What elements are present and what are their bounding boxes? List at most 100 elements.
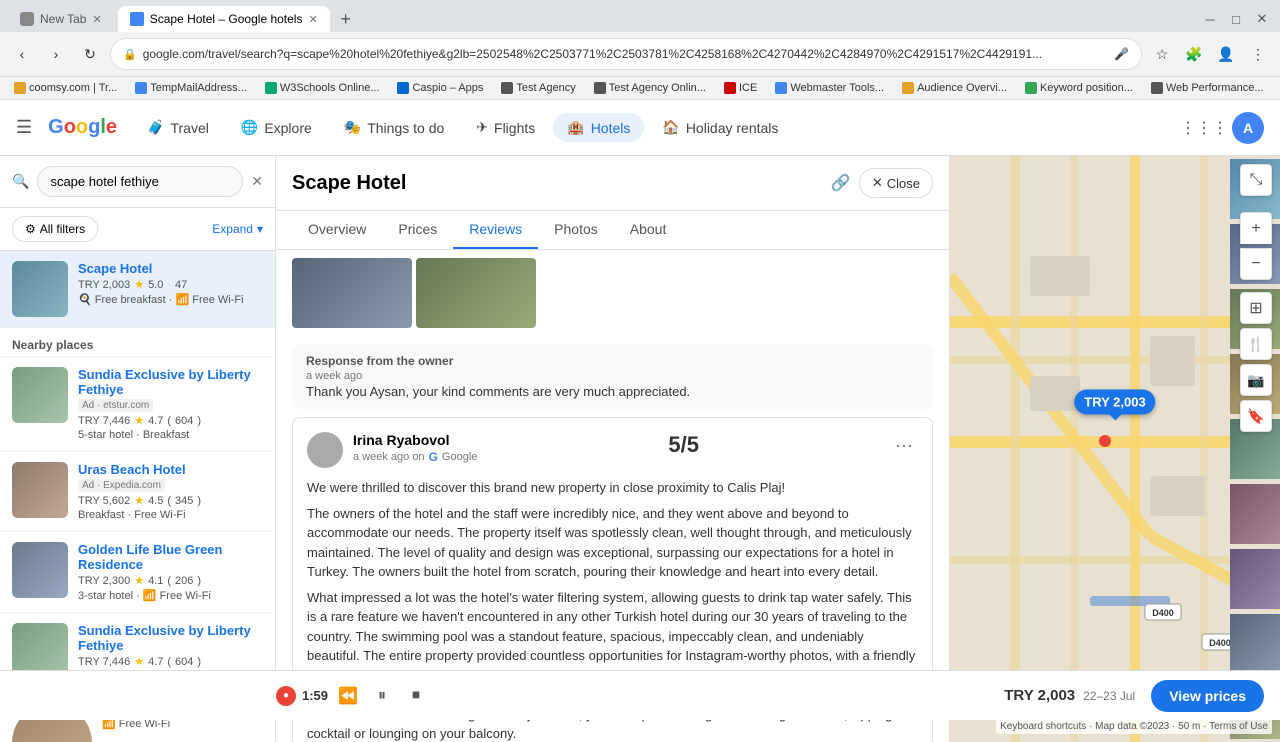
hotel-item-golden[interactable]: Golden Life Blue Green Residence TRY 2,3… <box>0 532 275 613</box>
tab-reviews[interactable]: Reviews <box>453 211 538 249</box>
tab2-close[interactable]: ✕ <box>308 13 317 26</box>
skip-back-button[interactable]: ⏪ <box>334 682 362 710</box>
nav-tab-explore-label: Explore <box>264 120 311 136</box>
new-tab-button[interactable]: + <box>334 7 358 31</box>
minimize-icon[interactable]: ─ <box>1200 9 1220 29</box>
review-photo-2[interactable] <box>416 258 536 328</box>
hotel-item-uras[interactable]: Uras Beach Hotel Ad · Expedia.com TRY 5,… <box>0 452 275 532</box>
extension-icon[interactable]: 🧩 <box>1180 40 1208 68</box>
nearby-icon[interactable]: 🍴 <box>1240 328 1272 360</box>
clear-search-icon[interactable]: ✕ <box>251 173 263 190</box>
bookmark-webmaster[interactable]: Webmaster Tools... <box>769 80 890 96</box>
tab2-title: Scape Hotel – Google hotels <box>150 12 303 26</box>
close-button[interactable]: ✕ Close <box>859 168 933 198</box>
save-icon[interactable]: 🔖 <box>1240 400 1272 432</box>
map-thumb-8[interactable] <box>1230 614 1280 674</box>
map-thumb-6[interactable] <box>1230 484 1280 544</box>
tab1-close[interactable]: ✕ <box>92 13 101 26</box>
tab-overview[interactable]: Overview <box>292 211 382 249</box>
bookmark-test-agency[interactable]: Test Agency <box>495 80 581 96</box>
tab-about[interactable]: About <box>614 211 683 249</box>
tab-photos[interactable]: Photos <box>538 211 614 249</box>
bookmark-coomsy[interactable]: coomsy.com | Tr... <box>8 80 123 96</box>
reload-button[interactable]: ↻ <box>76 40 104 68</box>
ad-badge-uras: Ad · Expedia.com <box>78 479 165 492</box>
apps-icon[interactable]: ⋮⋮⋮ <box>1188 112 1220 144</box>
amenity2-uras: Free Wi-Fi <box>134 509 185 521</box>
price-info: TRY 2,003 22–23 Jul <box>1004 687 1135 704</box>
main-container: 🔍 ✕ ⚙ All filters Expand ▾ Scape Hotel T… <box>0 156 1280 742</box>
back-button[interactable]: ‹ <box>8 40 36 68</box>
external-link-icon[interactable]: 🔗 <box>831 173 851 193</box>
bookmark-w3schools[interactable]: W3Schools Online... <box>259 80 386 96</box>
profile-icon[interactable]: 👤 <box>1212 40 1240 68</box>
tab-2[interactable]: Scape Hotel – Google hotels ✕ <box>118 6 330 32</box>
zoom-in-button[interactable]: + <box>1240 212 1272 244</box>
bookmark-web-perf[interactable]: Web Performance... <box>1145 80 1270 96</box>
tab-prices[interactable]: Prices <box>382 211 453 249</box>
mic-icon[interactable]: 🎤 <box>1114 47 1129 61</box>
pause-button[interactable]: ⏸ <box>368 682 396 710</box>
close-browser-icon[interactable]: ✕ <box>1252 9 1272 29</box>
view-prices-button[interactable]: View prices <box>1151 680 1264 712</box>
restore-icon[interactable]: □ <box>1226 9 1246 29</box>
all-filters-button[interactable]: ⚙ All filters <box>12 216 98 242</box>
bookmark-icon[interactable]: ☆ <box>1148 40 1176 68</box>
map-data-text: Map data ©2023 <box>1095 721 1169 732</box>
expand-button[interactable]: Expand ▾ <box>212 222 263 236</box>
google-logo[interactable]: Google <box>48 116 117 139</box>
nav-tab-rentals[interactable]: 🏠 Holiday rentals <box>648 113 792 142</box>
nav-tab-things[interactable]: 🎭 Things to do <box>330 113 459 142</box>
hotel-item-sundia1[interactable]: Sundia Exclusive by Liberty Fethiye Ad ·… <box>0 357 275 452</box>
review-photo-1[interactable] <box>292 258 412 328</box>
nav-tab-flights[interactable]: ✈ Flights <box>462 113 549 142</box>
hotel-amenity-scape: 🍳 Free breakfast · 📶 Free Wi-Fi <box>78 293 263 306</box>
bookmark-audience[interactable]: Audience Overvi... <box>896 80 1013 96</box>
wifi-icon: 📶 <box>175 294 189 306</box>
map-keyboard-shortcut[interactable]: Keyboard shortcuts · Map data ©2023 · 50… <box>996 719 1272 734</box>
nav-tab-travel[interactable]: 🧳 Travel <box>133 113 223 142</box>
hotel-item-scape[interactable]: Scape Hotel TRY 2,003 ★ 5.0 · 47 🍳 Free … <box>0 251 275 328</box>
fullscreen-button[interactable]: ⤡ <box>1240 164 1272 196</box>
hotel-name-sundia2: Sundia Exclusive by Liberty Fethiye <box>78 623 263 653</box>
stop-button[interactable]: ⏹ <box>402 682 430 710</box>
search-input[interactable] <box>37 166 243 197</box>
hamburger-menu[interactable]: ☰ <box>16 117 32 138</box>
terms-of-use[interactable]: Terms of Use <box>1209 721 1268 732</box>
bookmark-test-agency-online[interactable]: Test Agency Onlin... <box>588 80 712 96</box>
bookmark-caspio[interactable]: Caspio – Apps <box>391 80 489 96</box>
search-box: 🔍 ✕ <box>0 156 275 208</box>
zoom-out-button[interactable]: − <box>1240 248 1272 280</box>
map-type-button[interactable]: ⊞ <box>1240 292 1272 324</box>
tab-1[interactable]: New Tab ✕ <box>8 6 114 32</box>
hotel-amenity-uras: Breakfast · Free Wi-Fi <box>78 509 263 521</box>
hotel-rating-meta-uras: TRY 5,602 ★ 4.5 (345) <box>78 494 263 507</box>
address-bar[interactable]: 🔒 google.com/travel/search?q=scape%20hot… <box>110 38 1142 70</box>
review-more-button[interactable]: ⋯ <box>890 432 918 460</box>
map-price-badge[interactable]: TRY 2,003 <box>1074 390 1155 415</box>
bookmark-pagespeed[interactable]: PageSpeed Insights <box>1276 80 1280 96</box>
amenity1-uras: Breakfast <box>78 509 124 521</box>
forward-button[interactable]: › <box>42 40 70 68</box>
nav-tab-explore[interactable]: 🌐 Explore <box>227 113 326 142</box>
bookmark-keyword[interactable]: Keyword position... <box>1019 80 1139 96</box>
hotel-rating-scape: 5.0 <box>148 279 163 291</box>
nearby-places-label: Nearby places <box>0 328 275 357</box>
owner-response-label: Response from the owner <box>306 354 919 368</box>
bookmark-tempmail[interactable]: TempMailAddress... <box>129 80 253 96</box>
hotel-rating-meta-sundia2: TRY 7,446 ★ 4.7 (604) <box>78 655 263 668</box>
user-avatar[interactable]: A <box>1232 112 1264 144</box>
hotel-meta-sundia1: Ad · etstur.com <box>78 399 263 412</box>
more-options-icon[interactable]: ⋮ <box>1244 40 1272 68</box>
reviewer-time: a week ago on <box>353 451 425 463</box>
amenity2-scape: Free Wi-Fi <box>192 294 243 306</box>
camera-icon[interactable]: 📷 <box>1240 364 1272 396</box>
review-score: 5/5 <box>668 432 699 458</box>
amenity1-golden: Free Wi-Fi <box>160 590 211 602</box>
price-sundia1: TRY 7,446 <box>78 415 130 427</box>
nav-tab-hotels[interactable]: 🏨 Hotels <box>553 113 644 142</box>
map-thumb-7[interactable] <box>1230 549 1280 609</box>
hotel-thumb-golden <box>12 542 68 598</box>
bookmark-ice[interactable]: ICE <box>718 80 763 96</box>
star-rating-scape: ★ <box>134 278 144 291</box>
